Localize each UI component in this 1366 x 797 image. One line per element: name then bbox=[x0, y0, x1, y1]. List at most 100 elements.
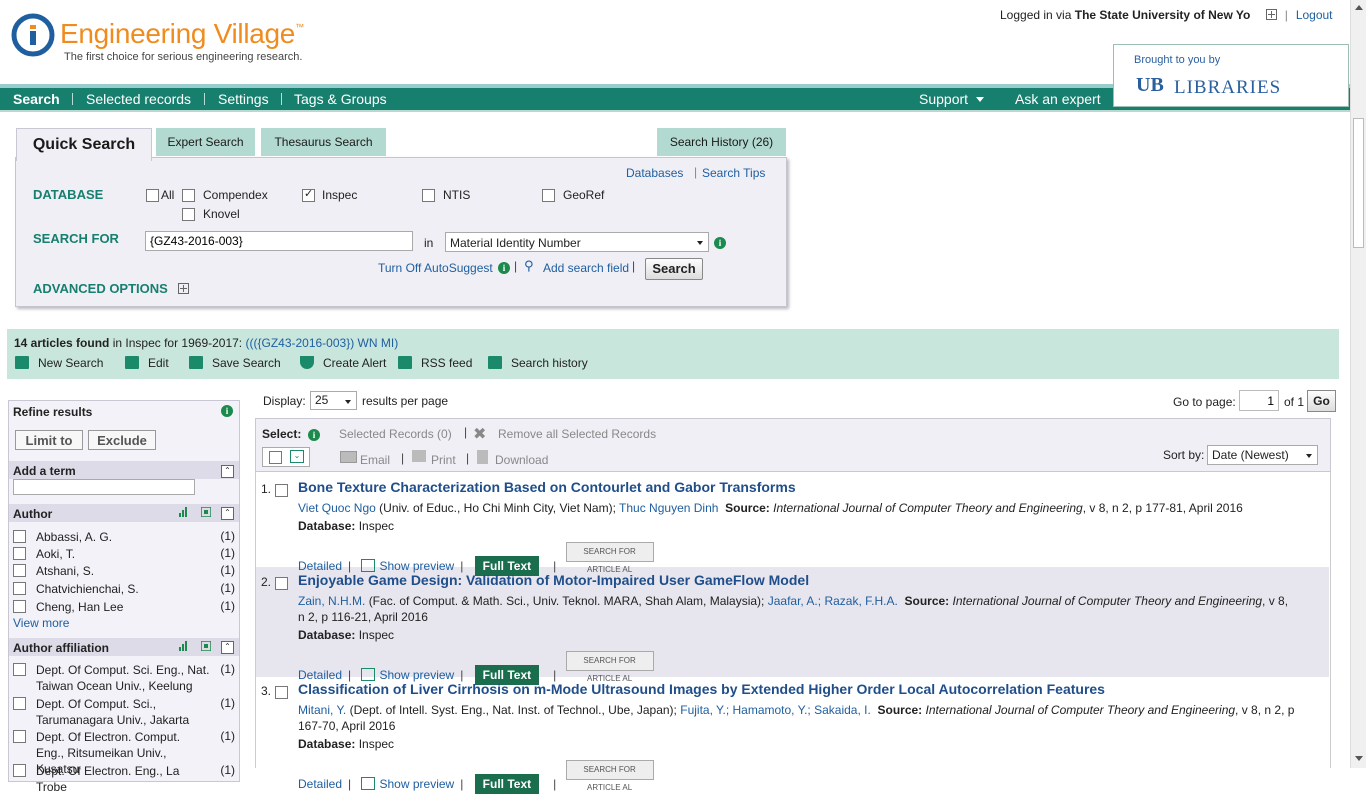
author-checkbox[interactable] bbox=[13, 547, 26, 560]
search-field-select[interactable]: Material Identity Number bbox=[445, 232, 709, 252]
nav-support[interactable]: Support bbox=[919, 88, 985, 110]
chevron-down-icon[interactable]: ⌄ bbox=[290, 450, 304, 463]
show-preview-link[interactable]: Show preview bbox=[380, 668, 455, 682]
selected-records-link[interactable]: Selected Records (0) bbox=[339, 427, 452, 441]
affiliation-checkbox[interactable] bbox=[13, 764, 26, 777]
show-preview-link[interactable]: Show preview bbox=[380, 559, 455, 573]
new-search-button[interactable]: New Search bbox=[15, 354, 103, 370]
scroll-thumb[interactable] bbox=[1353, 118, 1364, 248]
result-checkbox[interactable] bbox=[275, 577, 288, 590]
expand-icon[interactable] bbox=[1265, 9, 1277, 20]
db-inspec-checkbox[interactable] bbox=[302, 187, 315, 202]
bar-chart-icon[interactable] bbox=[179, 507, 189, 517]
exclude-button[interactable]: Exclude bbox=[88, 430, 156, 450]
advanced-options-toggle[interactable]: ADVANCED OPTIONS bbox=[33, 281, 168, 296]
collapse-icon[interactable]: ⌃ bbox=[221, 641, 234, 654]
scroll-down-icon[interactable] bbox=[1355, 756, 1363, 761]
affiliation-checkbox[interactable] bbox=[13, 730, 26, 743]
library-branding[interactable]: Brought to you by UB LIBRARIES bbox=[1113, 44, 1349, 107]
result-title[interactable]: Enjoyable Game Design: Validation of Mot… bbox=[298, 572, 809, 588]
author-checkbox[interactable] bbox=[13, 530, 26, 543]
author-link[interactable]: Viet Quoc Ngo bbox=[298, 501, 376, 515]
tab-search-history[interactable]: Search History (26) bbox=[657, 128, 786, 156]
author-link[interactable]: Sakaida, I. bbox=[814, 703, 871, 717]
article-al-button[interactable]: SEARCH FOR ARTICLE AL bbox=[565, 542, 654, 574]
result-title[interactable]: Classification of Liver Cirrhosis on m-M… bbox=[298, 681, 1105, 697]
nav-search[interactable]: Search bbox=[13, 88, 60, 110]
full-text-button[interactable]: Full Text bbox=[474, 774, 540, 794]
search-tips-link[interactable]: Search Tips bbox=[702, 166, 765, 180]
search-input[interactable] bbox=[145, 231, 413, 251]
logout-link[interactable]: Logout bbox=[1296, 8, 1333, 22]
remove-all-selected-link[interactable]: Remove all Selected Records bbox=[498, 427, 656, 441]
result-checkbox[interactable] bbox=[275, 484, 288, 497]
db-knovel-checkbox[interactable] bbox=[182, 208, 195, 221]
export-icon[interactable] bbox=[201, 641, 211, 651]
detailed-link[interactable]: Detailed bbox=[298, 777, 342, 791]
nav-settings[interactable]: Settings bbox=[218, 88, 269, 110]
per-page-select[interactable]: 25 bbox=[310, 391, 357, 410]
author-link[interactable]: Razak, F.H.A. bbox=[824, 594, 897, 608]
search-history-button[interactable]: Search history bbox=[488, 354, 588, 370]
info-icon[interactable]: i bbox=[221, 405, 233, 417]
author-link[interactable]: Jaafar, A.; bbox=[768, 594, 821, 608]
tab-expert-search[interactable]: Expert Search bbox=[156, 128, 255, 156]
tab-thesaurus-search[interactable]: Thesaurus Search bbox=[261, 128, 386, 156]
nav-tags-groups[interactable]: Tags & Groups bbox=[294, 88, 387, 110]
print-button[interactable]: Print bbox=[431, 453, 456, 467]
add-search-field-link[interactable]: Add search field bbox=[543, 261, 629, 275]
sort-select[interactable]: Date (Newest) bbox=[1207, 445, 1318, 465]
author-link[interactable]: Zain, N.H.M. bbox=[298, 594, 365, 608]
select-all-checkbox[interactable] bbox=[269, 451, 282, 464]
brand-title[interactable]: Engineering Village™ bbox=[60, 18, 304, 50]
collapse-icon[interactable]: ⌃ bbox=[221, 507, 234, 520]
db-ntis-checkbox[interactable] bbox=[422, 189, 435, 202]
autosuggest-toggle[interactable]: Turn Off AutoSuggest bbox=[378, 261, 493, 275]
db-compendex-checkbox[interactable] bbox=[182, 189, 195, 202]
result-checkbox[interactable] bbox=[275, 686, 288, 699]
add-term-input[interactable] bbox=[13, 479, 195, 495]
bar-chart-icon[interactable] bbox=[179, 641, 189, 651]
info-icon[interactable]: i bbox=[498, 262, 510, 274]
go-button[interactable]: Go bbox=[1307, 390, 1336, 412]
goto-page-input[interactable] bbox=[1239, 390, 1279, 411]
author-link[interactable]: Mitani, Y. bbox=[298, 703, 346, 717]
affiliation-checkbox[interactable] bbox=[13, 663, 26, 676]
author-checkbox[interactable] bbox=[13, 582, 26, 595]
tab-quick-search[interactable]: Quick Search bbox=[16, 128, 152, 161]
detailed-link[interactable]: Detailed bbox=[298, 668, 342, 682]
author-checkbox[interactable] bbox=[13, 564, 26, 577]
nav-selected-records[interactable]: Selected records bbox=[86, 88, 191, 110]
select-all-control[interactable]: ⌄ bbox=[262, 447, 310, 467]
export-icon[interactable] bbox=[201, 507, 211, 517]
query-link[interactable]: ((({GZ43-2016-003}) WN MI) bbox=[245, 336, 398, 350]
detailed-link[interactable]: Detailed bbox=[298, 559, 342, 573]
download-button[interactable]: Download bbox=[495, 453, 548, 467]
author-checkbox[interactable] bbox=[13, 600, 26, 613]
article-al-button[interactable]: SEARCH FOR ARTICLE AL bbox=[565, 760, 654, 792]
result-title[interactable]: Bone Texture Characterization Based on C… bbox=[298, 479, 796, 495]
info-icon[interactable]: i bbox=[714, 237, 726, 249]
db-georef-checkbox[interactable] bbox=[542, 189, 555, 202]
rss-feed-button[interactable]: RSS feed bbox=[398, 354, 472, 370]
collapse-icon[interactable]: ⌃ bbox=[221, 465, 234, 478]
limit-to-button[interactable]: Limit to bbox=[15, 430, 83, 450]
author-link[interactable]: Thuc Nguyen Dinh bbox=[619, 501, 718, 515]
nav-ask-expert[interactable]: Ask an expert bbox=[1015, 88, 1101, 110]
affiliation-checkbox[interactable] bbox=[13, 697, 26, 710]
edit-search-button[interactable]: Edit bbox=[125, 354, 169, 370]
show-preview-link[interactable]: Show preview bbox=[380, 777, 455, 791]
email-button[interactable]: Email bbox=[360, 453, 390, 467]
expand-icon[interactable] bbox=[178, 283, 189, 294]
databases-link[interactable]: Databases bbox=[626, 166, 683, 180]
db-all-checkbox[interactable] bbox=[146, 189, 159, 202]
create-alert-button[interactable]: Create Alert bbox=[300, 354, 386, 370]
page-scrollbar[interactable] bbox=[1350, 0, 1366, 768]
info-icon[interactable]: i bbox=[308, 429, 320, 441]
search-button[interactable]: Search bbox=[645, 258, 703, 280]
save-search-button[interactable]: Save Search bbox=[189, 354, 281, 370]
author-link[interactable]: Fujita, Y.; Hamamoto, Y.; bbox=[680, 703, 811, 717]
view-more-link[interactable]: View more bbox=[13, 616, 69, 630]
scroll-up-icon[interactable] bbox=[1355, 5, 1363, 10]
article-al-button[interactable]: SEARCH FOR ARTICLE AL bbox=[565, 651, 654, 683]
